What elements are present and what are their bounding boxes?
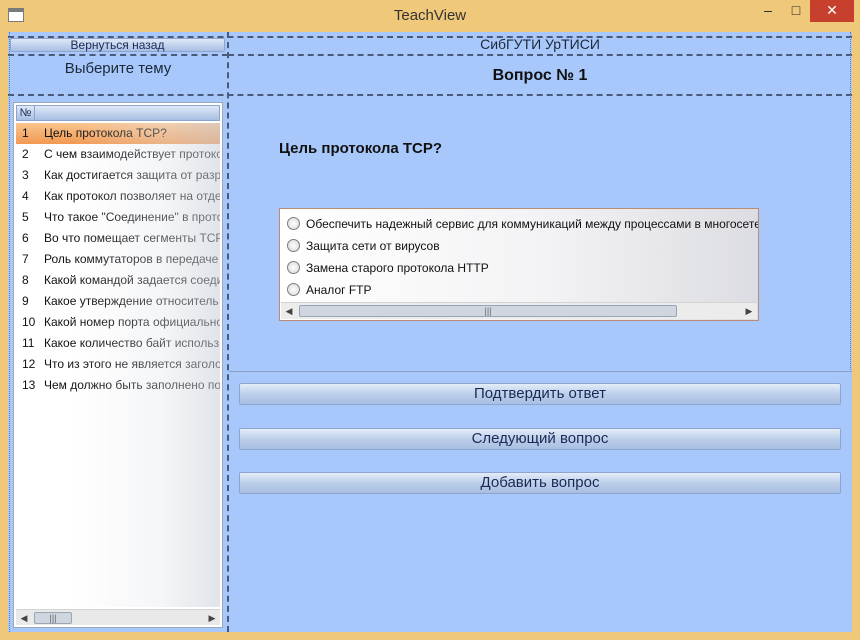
list-item[interactable]: 1 Цель протокола TCP? [16, 123, 220, 144]
maximize-button[interactable]: □ [782, 0, 810, 22]
minimize-button[interactable]: – [754, 0, 782, 22]
column-header-number[interactable]: № [17, 106, 35, 120]
answer-option[interactable]: Обеспечить надежный сервис для коммуника… [287, 215, 758, 235]
grid-divider-right-header [228, 54, 852, 56]
list-item-text: Роль коммутаторов в передаче [44, 252, 219, 266]
list-item-text: Какой командой задается соеди [44, 273, 220, 287]
list-item-text: Что из этого не является заголо [44, 357, 220, 371]
answer-option[interactable]: Защита сети от вирусов [287, 237, 440, 257]
radio-button[interactable] [287, 239, 300, 252]
answer-label: Защита сети от вирусов [306, 239, 440, 253]
scroll-left-icon[interactable]: ◀ [16, 610, 32, 626]
answers-horizontal-scrollbar[interactable]: ◀ ||| ▶ [281, 302, 757, 319]
institute-name: СибГУТИ УрТИСИ [480, 36, 600, 52]
list-item-number: 2 [22, 147, 29, 161]
list-item-text: Какое утверждение относитель [44, 294, 219, 308]
scroll-right-icon[interactable]: ▶ [741, 303, 757, 319]
grid-divider-left-header [8, 54, 228, 56]
back-button[interactable]: Вернуться назад [10, 38, 225, 52]
answers-list[interactable]: Обеспечить надежный сервис для коммуника… [279, 208, 759, 321]
list-header[interactable]: № [16, 105, 220, 121]
scroll-thumb[interactable]: ||| [299, 305, 677, 317]
list-item[interactable]: 9 Какое утверждение относитель [16, 291, 220, 312]
list-item-number: 13 [22, 378, 36, 392]
list-item-number: 12 [22, 357, 36, 371]
topic-label: Выберите тему [64, 60, 172, 77]
grid-guide-left [9, 32, 10, 632]
list-item-number: 7 [22, 252, 29, 266]
main-window-client: Вернуться назад Выберите тему № 1 Цель пр… [8, 32, 852, 632]
list-item[interactable]: 8 Какой командой задается соеди [16, 270, 220, 291]
list-item[interactable]: 2 С чем взаимодействует протоко [16, 144, 220, 165]
list-item-number: 1 [22, 126, 29, 140]
list-item[interactable]: 7 Роль коммутаторов в передаче [16, 249, 220, 270]
answer-label: Обеспечить надежный сервис для коммуника… [306, 217, 758, 231]
list-item-text: Как достигается защита от разр [44, 168, 220, 182]
answer-option[interactable]: Аналог FTP [287, 281, 372, 301]
list-item-text: Что такое "Соединение" в прото [44, 210, 220, 224]
list-item[interactable]: 10 Какой номер порта официально [16, 312, 220, 333]
answer-label: Замена старого протокола HTTP [306, 261, 489, 275]
add-question-button[interactable]: Добавить вопрос [239, 472, 841, 494]
list-item[interactable]: 5 Что такое "Соединение" в прото [16, 207, 220, 228]
window-title: TeachView [393, 7, 467, 24]
answer-label: Аналог FTP [306, 283, 372, 297]
scroll-thumb[interactable]: ||| [34, 612, 72, 624]
list-item-text: Какое количество байт использ [44, 336, 220, 350]
grid-divider-vertical [227, 32, 229, 632]
list-item[interactable]: 13 Чем должно быть заполнено по. [16, 375, 220, 396]
title-bar: TeachView – □ ✕ [0, 0, 860, 32]
list-item-number: 6 [22, 231, 29, 245]
list-item-text: С чем взаимодействует протоко [44, 147, 220, 161]
list-item-number: 9 [22, 294, 29, 308]
question-text: Цель протокола TCP? [279, 140, 443, 157]
list-item-text: Цель протокола TCP? [44, 126, 167, 140]
list-item[interactable]: 4 Как протокол позволяет на отде [16, 186, 220, 207]
content-divider [229, 371, 852, 372]
list-item-number: 11 [22, 336, 35, 350]
list-item[interactable]: 3 Как достигается защита от разр [16, 165, 220, 186]
list-item-text: Какой номер порта официально [44, 315, 220, 329]
list-item-text: Как протокол позволяет на отде [44, 189, 220, 203]
scroll-right-icon[interactable]: ▶ [204, 610, 220, 626]
list-item[interactable]: 12 Что из этого не является заголо [16, 354, 220, 375]
radio-button[interactable] [287, 283, 300, 296]
answer-option[interactable]: Замена старого протокола HTTP [287, 259, 489, 279]
question-number-header: Вопрос № 1 [492, 67, 588, 84]
list-item-number: 3 [22, 168, 29, 182]
confirm-answer-button[interactable]: Подтвердить ответ [239, 383, 841, 405]
next-question-button[interactable]: Следующий вопрос [239, 428, 841, 450]
grid-guide-right [850, 32, 851, 372]
list-item[interactable]: 6 Во что помещает сегменты TCP [16, 228, 220, 249]
topics-list[interactable]: № 1 Цель протокола TCP? 2 С чем взаимодейст… [13, 102, 223, 628]
list-item[interactable]: 11 Какое количество байт использ [16, 333, 220, 354]
list-item-number: 10 [22, 315, 36, 329]
list-item-number: 5 [22, 210, 29, 224]
list-item-text: Во что помещает сегменты TCP [44, 231, 220, 245]
scroll-left-icon[interactable]: ◀ [281, 303, 297, 319]
radio-button[interactable] [287, 261, 300, 274]
list-rows: 1 Цель протокола TCP? 2 С чем взаимодейству… [16, 123, 220, 396]
list-horizontal-scrollbar[interactable]: ◀ ||| ▶ [16, 609, 220, 625]
list-item-text: Чем должно быть заполнено по. [44, 378, 220, 392]
radio-button[interactable] [287, 217, 300, 230]
list-item-number: 8 [22, 273, 29, 287]
grid-divider-title [8, 94, 852, 96]
list-item-number: 4 [22, 189, 29, 203]
close-button[interactable]: ✕ [810, 0, 854, 22]
